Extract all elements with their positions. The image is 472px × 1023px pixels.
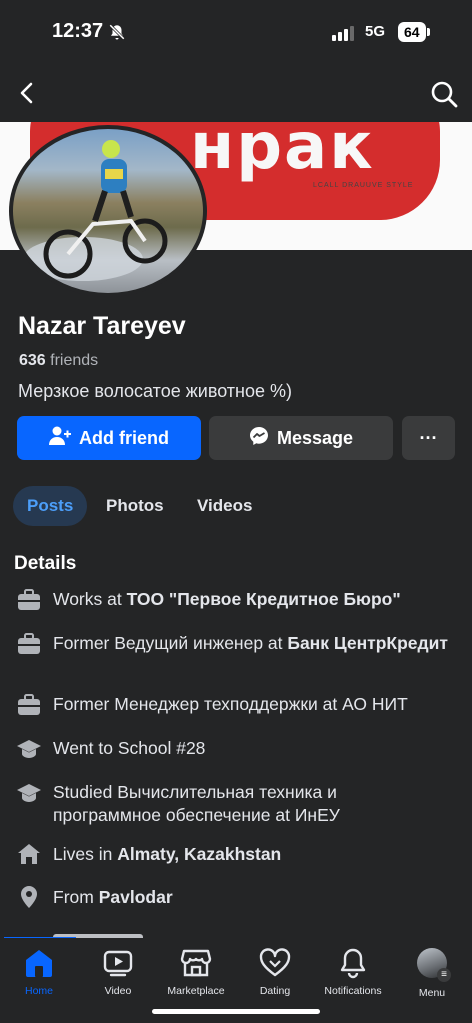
graduation-cap-icon xyxy=(17,782,41,804)
home-indicator xyxy=(152,1009,320,1014)
detail-bold: Pavlodar xyxy=(98,887,173,907)
message-label: Message xyxy=(276,427,354,448)
nav-video[interactable]: Video xyxy=(79,946,157,997)
nav-label: Notifications xyxy=(324,985,382,997)
nav-label: Video xyxy=(104,985,132,997)
nav-label: Dating xyxy=(259,985,291,997)
marketplace-icon xyxy=(179,946,213,980)
briefcase-icon xyxy=(17,589,41,611)
video-icon xyxy=(101,946,135,980)
detail-bold: ТОО "Первое Кредитное Бюро" xyxy=(126,589,401,609)
tab-videos[interactable]: Videos xyxy=(183,486,266,526)
search-icon[interactable] xyxy=(428,78,460,110)
detail-text: Studied Вычислительная техника и програм… xyxy=(53,782,340,825)
messenger-icon xyxy=(249,426,269,451)
nav-menu[interactable]: Menu xyxy=(393,946,471,999)
friends-label: friends xyxy=(50,352,99,369)
profile-avatar[interactable] xyxy=(13,129,203,293)
detail-text: Former Менеджер техподдержки at АО НИТ xyxy=(53,694,408,714)
briefcase-icon xyxy=(17,633,41,655)
nav-notifications[interactable]: Notifications xyxy=(314,946,392,997)
nav-dating[interactable]: Dating xyxy=(236,946,314,997)
home-icon xyxy=(17,843,41,865)
more-dots-icon: ··· xyxy=(419,427,438,448)
detail-text: From xyxy=(53,887,99,907)
briefcase-icon xyxy=(17,694,41,716)
profile-bio: Мерзкое волосатое животное %) xyxy=(18,381,293,401)
home-icon xyxy=(22,946,56,980)
graduation-cap-icon xyxy=(17,738,41,760)
message-button[interactable]: Message xyxy=(209,416,393,460)
top-nav-bar xyxy=(0,64,472,122)
bell-muted-icon xyxy=(108,23,126,46)
nav-home[interactable]: Home xyxy=(0,946,78,997)
detail-bold: Almaty, Kazakhstan xyxy=(117,844,282,864)
more-options-button[interactable]: ··· xyxy=(402,416,455,460)
battery-icon: 64 xyxy=(398,22,430,42)
cover-text: нрак xyxy=(190,122,375,184)
friends-count-number: 636 xyxy=(19,352,46,369)
add-friend-label: Add friend xyxy=(79,427,169,448)
bell-icon xyxy=(336,946,370,980)
detail-text: Works at xyxy=(53,589,127,609)
detail-text: Lives in xyxy=(53,844,118,864)
detail-bold: Банк ЦентрКредит xyxy=(287,633,448,653)
tab-posts[interactable]: Posts xyxy=(13,486,88,526)
add-friend-button[interactable]: Add friend xyxy=(17,416,201,460)
dating-icon xyxy=(258,946,292,980)
menu-avatar-icon xyxy=(415,948,451,982)
cover-caption: LCALL DRAUUVE STYLE xyxy=(313,182,414,189)
add-person-icon xyxy=(49,426,71,451)
status-time: 12:37 xyxy=(52,20,104,42)
details-heading: Details xyxy=(14,553,77,574)
nav-label: Home xyxy=(24,985,53,997)
back-arrow-icon[interactable] xyxy=(12,78,42,108)
friends-count[interactable]: 636 friends xyxy=(19,352,98,370)
nav-label: Marketplace xyxy=(167,985,225,997)
network-label: 5G xyxy=(365,23,386,40)
tab-photos[interactable]: Photos xyxy=(92,486,178,526)
nav-label: Menu xyxy=(418,987,446,999)
status-bar: 12:37 5G 64 xyxy=(0,0,472,64)
profile-name: Nazar Tareyev xyxy=(18,312,186,340)
nav-marketplace[interactable]: Marketplace xyxy=(157,946,235,997)
detail-text: Former Ведущий инженер at xyxy=(53,633,288,653)
location-pin-icon xyxy=(17,886,41,908)
detail-text: Went to School #28 xyxy=(53,738,206,758)
signal-icon xyxy=(332,26,354,41)
